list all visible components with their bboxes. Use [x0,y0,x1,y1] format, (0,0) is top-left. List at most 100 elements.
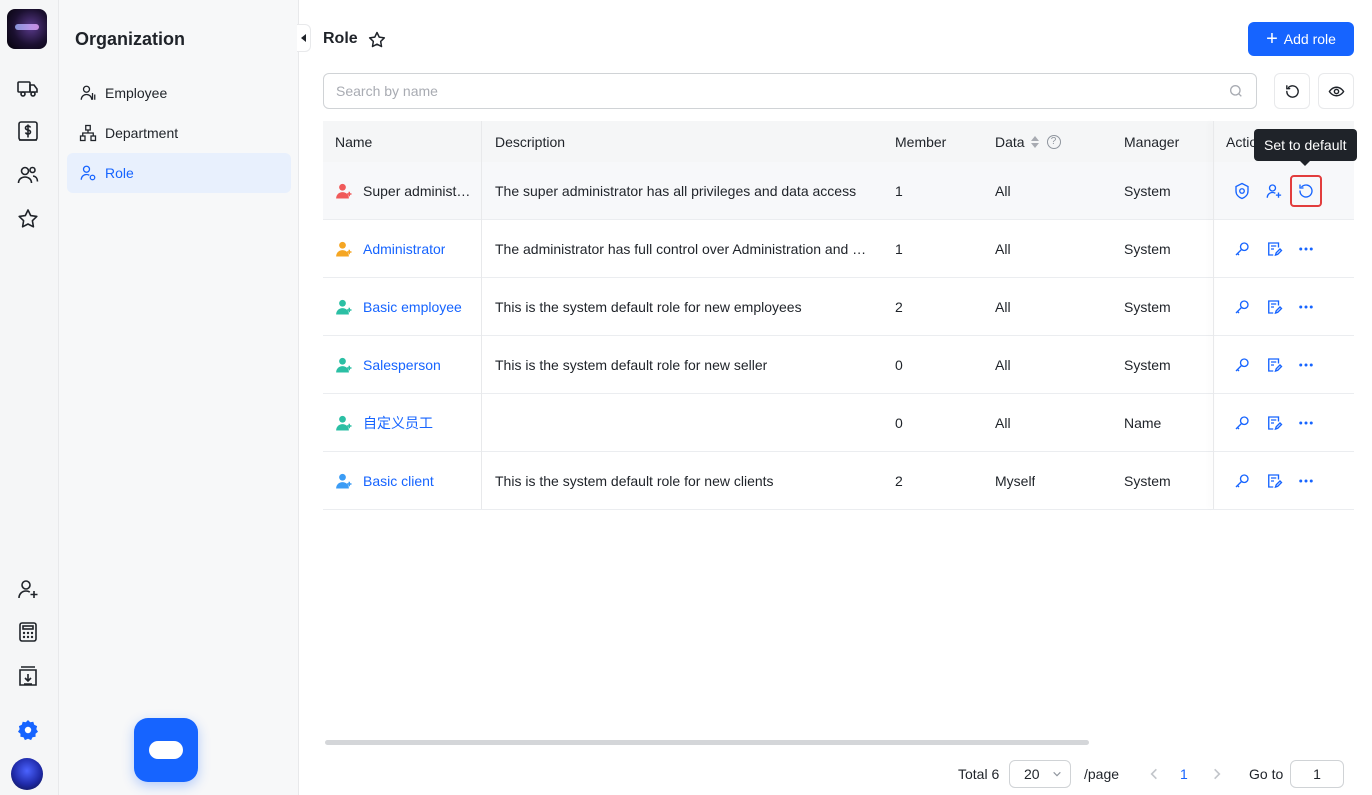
sidebar-item-role[interactable]: Role [67,153,291,193]
table-row[interactable]: Basic client This is the system default r… [323,452,1354,510]
cell-member: 1 [895,220,975,277]
sidebar-item-label: Role [105,165,134,181]
edit-role-button[interactable] [1258,291,1290,323]
edit-role-button[interactable] [1258,233,1290,265]
cell-name: 自定义员工 [335,394,481,451]
dollar-doc-icon[interactable] [14,117,42,145]
star-icon[interactable] [14,205,42,233]
cell-data-text: All [995,356,1011,373]
cell-manager-text: System [1124,472,1171,489]
favorite-star-icon[interactable] [367,30,387,50]
cell-member-text: 2 [895,298,903,315]
permission-settings-button[interactable] [1226,175,1258,207]
cell-data: All [995,336,1105,393]
edit-role-button[interactable] [1258,349,1290,381]
help-icon[interactable]: ? [1046,134,1061,149]
page-number-current[interactable]: 1 [1180,760,1188,788]
more-actions-button[interactable] [1290,407,1322,439]
cell-data: All [995,394,1105,451]
view-settings-button[interactable] [1318,73,1354,109]
table-row[interactable]: 自定义员工 0 All Name [323,394,1354,452]
goto-label: Go to [1249,766,1284,782]
table-row[interactable]: Administrator The administrator has full … [323,220,1354,278]
cell-name: Super administ… [335,162,481,219]
sort-icon[interactable] [1030,135,1039,148]
org-sidebar: Organization Employee Department Role [59,0,299,795]
cell-manager: Name [1124,394,1204,451]
download-box-icon[interactable] [14,662,42,690]
cell-member: 0 [895,394,975,451]
role-name[interactable]: Administrator [363,241,445,257]
cell-member: 2 [895,278,975,335]
more-dots-icon [1299,305,1313,308]
cell-data: All [995,162,1105,219]
cell-data-text: All [995,240,1011,257]
department-icon [79,124,97,142]
edit-role-button[interactable] [1258,465,1290,497]
role-name[interactable]: Basic client [363,473,434,489]
role-name[interactable]: Salesperson [363,357,441,373]
app-logo[interactable] [7,9,47,49]
col-data[interactable]: Data ? [995,121,1105,162]
more-actions-button[interactable] [1290,465,1322,497]
cell-member-text: 0 [895,414,903,431]
next-page-button[interactable] [1210,760,1224,788]
permission-key-button[interactable] [1226,233,1258,265]
cell-description-text: The super administrator has all privileg… [495,182,857,199]
col-name: Name [335,133,373,150]
table-row[interactable]: Basic employee This is the system default… [323,278,1354,336]
role-person-icon [336,183,352,198]
search-icon[interactable] [1228,83,1244,99]
add-user-icon[interactable] [14,575,42,603]
cell-member-text: 2 [895,472,903,489]
cell-description: The super administrator has all privileg… [495,162,875,219]
more-actions-button[interactable] [1290,233,1322,265]
table-row[interactable]: Super administ… The super administrator h… [323,162,1354,220]
permission-key-button[interactable] [1226,407,1258,439]
edit-role-button[interactable] [1258,407,1290,439]
add-role-label: Add role [1283,31,1336,47]
refresh-button[interactable] [1274,73,1310,109]
search-input[interactable] [336,83,1228,99]
key-icon [1235,415,1249,429]
key-icon [1235,299,1249,313]
cell-member: 1 [895,162,975,219]
role-person-icon [336,357,352,372]
permission-key-button[interactable] [1226,291,1258,323]
role-name[interactable]: Basic employee [363,299,462,315]
cell-manager-text: Name [1124,414,1162,431]
more-dots-icon [1299,247,1313,250]
page-title: Role [323,30,358,47]
page-size-select[interactable]: 20 [1009,760,1071,788]
edit-doc-icon [1268,415,1283,430]
cell-manager-text: System [1124,240,1171,257]
app-root: Organization Employee Department Role Ro… [0,0,1372,795]
truck-icon[interactable] [14,74,42,102]
role-icon [80,165,96,181]
goto-page-input[interactable]: 1 [1290,760,1344,788]
user-avatar[interactable] [11,758,43,790]
more-actions-button[interactable] [1290,349,1322,381]
calculator-icon[interactable] [14,618,42,646]
settings-icon[interactable] [14,716,42,744]
cell-description-text: This is the system default role for new … [495,356,768,373]
add-role-button[interactable]: + Add role [1248,22,1354,56]
table-row[interactable]: Salesperson This is the system default ro… [323,336,1354,394]
horizontal-scrollbar[interactable] [325,740,1089,745]
permission-key-button[interactable] [1226,465,1258,497]
sidebar-item-department[interactable]: Department [67,113,291,153]
prev-page-button[interactable] [1147,760,1161,788]
permission-key-button[interactable] [1226,349,1258,381]
eye-icon [1328,86,1344,96]
cell-data: Myself [995,452,1105,509]
set-to-default-button[interactable] [1290,174,1322,207]
sidebar-item-employee[interactable]: Employee [67,73,291,113]
cell-data-text: Myself [995,472,1036,489]
cell-member-text: 1 [895,182,903,199]
add-member-button[interactable] [1258,175,1290,207]
role-name[interactable]: 自定义员工 [363,413,433,433]
more-actions-button[interactable] [1290,291,1322,323]
chat-button[interactable] [134,718,198,782]
users-icon[interactable] [14,161,42,189]
edit-doc-icon [1268,241,1283,256]
